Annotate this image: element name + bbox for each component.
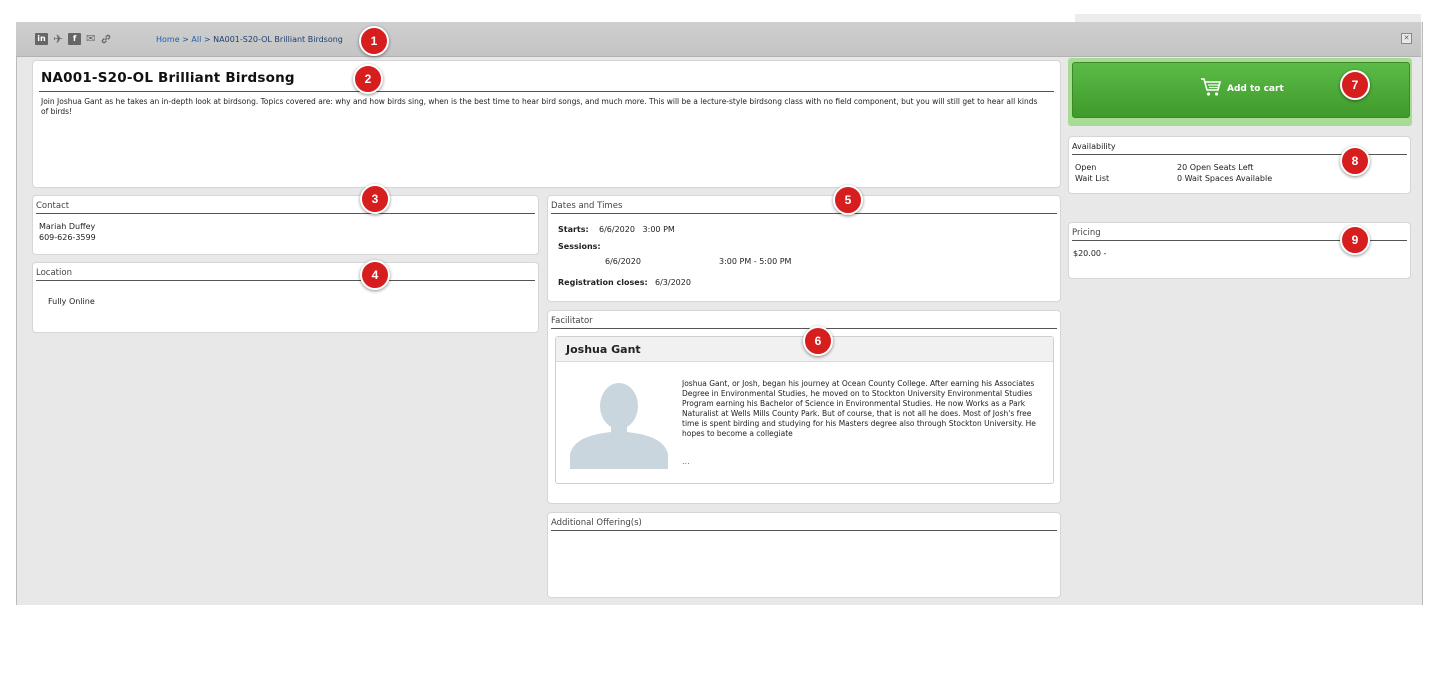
- social-share-bar: in ✈ f ✉: [35, 33, 112, 45]
- facilitator-name: Joshua Gant: [566, 343, 641, 356]
- registration-closes-label: Registration closes:: [558, 278, 648, 287]
- read-more-link[interactable]: ...: [682, 457, 690, 466]
- course-title-panel: NA001-S20-OL Brilliant Birdsong Join Jos…: [32, 60, 1061, 188]
- dates-heading: Dates and Times: [551, 201, 1057, 214]
- add-to-cart-label: Add to cart: [1227, 84, 1284, 94]
- facilitator-card: Joshua Gant Joshua Gant, or Josh, began …: [555, 336, 1054, 484]
- linkedin-icon[interactable]: in: [35, 33, 48, 45]
- session-date: 6/6/2020: [605, 257, 641, 266]
- step-badge: 2: [353, 64, 383, 94]
- facilitator-bio: Joshua Gant, or Josh, began his journey …: [682, 379, 1036, 438]
- facebook-icon[interactable]: f: [68, 33, 82, 45]
- toolbar: in ✈ f ✉ Home > All > NA001-S20-OL Brill…: [16, 22, 1421, 57]
- location-heading: Location: [36, 268, 535, 281]
- step-badge: 1: [359, 26, 389, 56]
- availability-waitlist-value: 0 Wait Spaces Available: [1177, 174, 1273, 183]
- email-icon[interactable]: ✉: [86, 33, 95, 45]
- contact-heading: Contact: [36, 201, 535, 214]
- page-title: NA001-S20-OL Brilliant Birdsong: [41, 70, 295, 86]
- registration-closes-value: 6/3/2020: [655, 278, 691, 287]
- additional-offerings-heading: Additional Offering(s): [551, 518, 1057, 531]
- availability-waitlist-label: Wait List: [1075, 174, 1110, 183]
- step-badge: 7: [1340, 70, 1370, 100]
- starts-value: 6/6/2020 3:00 PM: [599, 225, 675, 234]
- step-badge: 3: [360, 184, 390, 214]
- step-badge: 6: [803, 326, 833, 356]
- breadcrumb-home-link[interactable]: Home: [156, 35, 180, 44]
- price-value: $20.00 -: [1073, 249, 1107, 258]
- location-panel: Location Fully Online: [32, 262, 539, 333]
- starts-label: Starts:: [558, 225, 589, 234]
- divider: [39, 91, 1054, 92]
- link-icon[interactable]: [100, 33, 112, 45]
- breadcrumb-current: NA001-S20-OL Brilliant Birdsong: [213, 35, 343, 44]
- step-badge: 8: [1340, 146, 1370, 176]
- twitter-icon[interactable]: ✈: [53, 33, 63, 45]
- breadcrumb-separator: >: [203, 35, 211, 44]
- session-time: 3:00 PM - 5:00 PM: [719, 257, 792, 266]
- availability-open-label: Open: [1075, 163, 1097, 172]
- location-value: Fully Online: [48, 297, 95, 306]
- dates-panel: Dates and Times Starts: 6/6/2020 3:00 PM…: [547, 195, 1061, 302]
- breadcrumb-separator: >: [182, 35, 189, 44]
- contact-phone: 609-626-3599: [39, 233, 96, 242]
- step-badge: 9: [1340, 225, 1370, 255]
- contact-panel: Contact Mariah Duffey 609-626-3599: [32, 195, 539, 255]
- sessions-label: Sessions:: [558, 242, 601, 251]
- availability-open-value: 20 Open Seats Left: [1177, 163, 1254, 172]
- facilitator-heading: Facilitator: [551, 316, 1057, 329]
- cart-icon: [1201, 78, 1222, 96]
- breadcrumb: Home > All > NA001-S20-OL Brilliant Bird…: [156, 35, 343, 44]
- step-badge: 5: [833, 185, 863, 215]
- course-description: Join Joshua Gant as he takes an in-depth…: [41, 97, 1038, 116]
- avatar: [570, 383, 668, 469]
- breadcrumb-all-link[interactable]: All: [191, 35, 201, 44]
- step-badge: 4: [360, 260, 390, 290]
- contact-name: Mariah Duffey: [39, 222, 96, 231]
- close-icon[interactable]: ✕: [1401, 33, 1412, 44]
- additional-offerings-panel: Additional Offering(s): [547, 512, 1061, 598]
